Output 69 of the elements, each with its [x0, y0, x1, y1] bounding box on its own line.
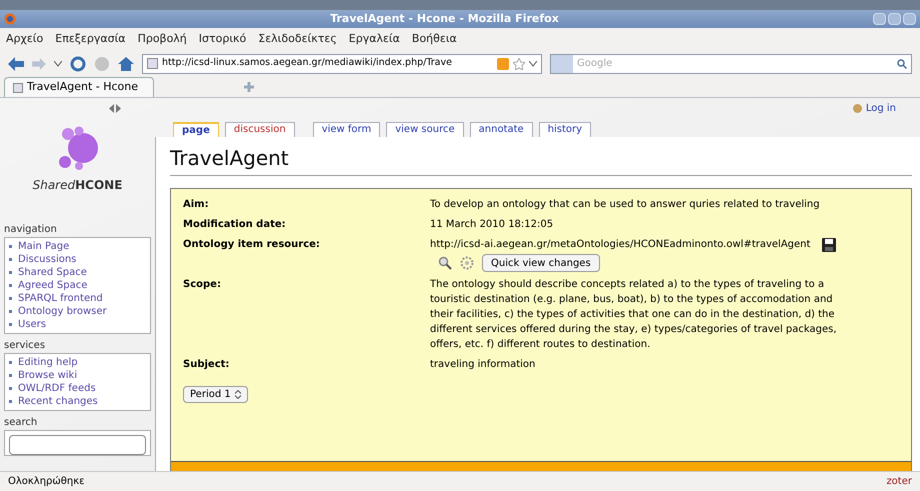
page-title: TravelAgent [170, 143, 912, 176]
page-tab[interactable]: view form [312, 122, 380, 137]
menu-item[interactable]: Επεξεργασία [55, 30, 126, 48]
sidebar-link[interactable]: Editing help [18, 357, 78, 368]
address-field[interactable]: http://icsd-linux.samos.aegean.gr/mediawiki/index.php/Trave [142, 54, 542, 74]
sidebar-link[interactable]: Users [18, 319, 46, 330]
magnifier-icon[interactable] [438, 256, 452, 270]
menu-item[interactable]: Ιστορικό [198, 30, 246, 48]
sidebar-link[interactable]: Main Page [18, 241, 70, 252]
sidebar-link[interactable]: Discussions [18, 254, 76, 265]
page-icon [13, 82, 23, 92]
page-tab[interactable]: discussion [224, 122, 295, 137]
minimize-button[interactable] [873, 13, 886, 25]
page-tab[interactable]: view source [386, 122, 464, 137]
menu-item[interactable]: Εργαλεία [348, 30, 400, 48]
sidebar-link[interactable]: Shared Space [18, 267, 87, 278]
search-icon[interactable] [897, 58, 907, 68]
property-value: To develop an ontology that can be used to answer quries related to traveling [430, 198, 821, 212]
spinner-icon [234, 390, 241, 399]
sidebar-toggle-icon[interactable] [109, 104, 121, 112]
dropdown-caret-icon[interactable] [54, 60, 62, 66]
menu-item[interactable]: Προβολή [138, 30, 187, 48]
property-label: Subject: [183, 358, 230, 372]
maximize-button[interactable] [888, 13, 901, 25]
property-label: Ontology item resource: [183, 238, 321, 252]
property-label: Scope: [183, 278, 222, 292]
property-value: 11 March 2010 18:12:05 [430, 218, 554, 232]
page-tab[interactable]: annotate [470, 122, 533, 137]
sidebar-heading: search [4, 416, 38, 430]
sidebar-link[interactable]: SPARQL frontend [18, 293, 103, 304]
menu-item[interactable]: Σελιδοδείκτες [258, 30, 337, 48]
search-input[interactable] [9, 435, 146, 455]
back-arrow-icon[interactable] [8, 56, 24, 70]
zotero-label[interactable]: zoter [886, 474, 912, 489]
user-icon [852, 104, 862, 112]
page-icon [147, 58, 158, 69]
page-tab[interactable]: page [173, 122, 219, 137]
property-label: Aim: [183, 198, 210, 212]
home-icon[interactable] [118, 56, 134, 70]
rss-icon [497, 58, 509, 70]
sidebar-link[interactable]: OWL/RDF feeds [18, 383, 96, 394]
menu-item[interactable]: Βοήθεια [412, 30, 457, 48]
sidebar-link[interactable]: Ontology browser [18, 306, 107, 317]
login-link[interactable]: Log in [866, 100, 896, 116]
browser-tab[interactable]: TravelAgent - Hcone [4, 77, 154, 97]
window-title: TravelAgent - Hcone - Mozilla Firefox [329, 10, 560, 27]
logo-text: SharedHCONE [32, 177, 122, 194]
sidebar-link[interactable]: Recent changes [18, 396, 98, 407]
star-icon[interactable] [513, 58, 525, 70]
status-text: Ολοκληρώθηκε [8, 475, 85, 489]
property-label: Modification date: [183, 218, 287, 232]
firefox-icon [4, 13, 16, 25]
close-button[interactable] [903, 13, 916, 25]
sidebar-heading: navigation [4, 223, 58, 237]
sidebar-link[interactable]: Browse wiki [18, 370, 78, 381]
dropdown-caret-icon[interactable] [529, 60, 537, 66]
resource-url[interactable]: http://icsd-ai.aegean.gr/metaOntologies/HCONEadminonto.owl#travelAgent [430, 237, 810, 252]
gear-icon[interactable] [460, 256, 474, 270]
new-tab-icon[interactable] [244, 82, 254, 92]
search-engine-icon[interactable] [551, 54, 573, 72]
quick-view-button[interactable]: Quick view changes [482, 254, 600, 272]
menu-item[interactable]: Αρχείο [6, 30, 44, 48]
property-value: traveling information [430, 358, 536, 372]
sidebar-heading: services [4, 339, 46, 353]
period-select[interactable]: Period 1 [183, 386, 248, 403]
page-tab[interactable]: history [538, 122, 592, 137]
reload-icon[interactable] [70, 56, 86, 72]
property-value: The ontology should describe concepts related a) to the types of traveling to a touristic destination (e.g. plane, bus, boat), b) to the types of accomodation and their facilities, c) the types of activities that one can do in the destination, d) the different services offered during the stay, e) types/categories of travel packages, offers, etc. f) different routes to destination. [430, 278, 838, 352]
sidebar-link[interactable]: Agreed Space [18, 280, 88, 291]
